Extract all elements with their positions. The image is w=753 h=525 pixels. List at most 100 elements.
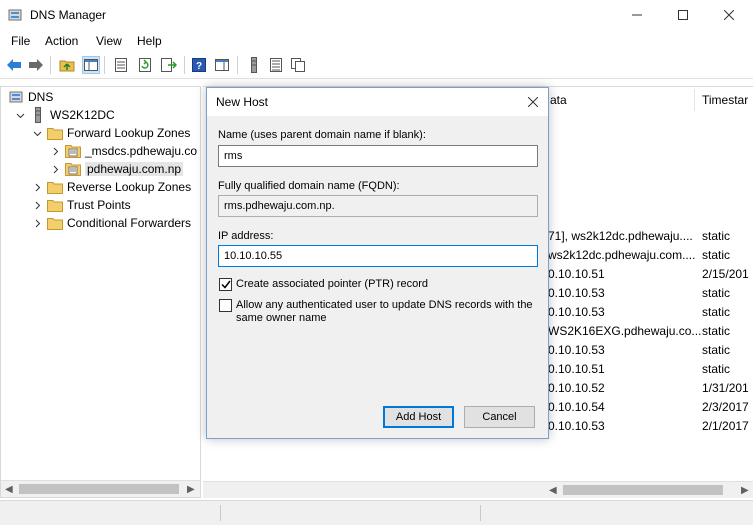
tree-item-msdcs[interactable]: _msdcs.pdhewaju.co xyxy=(49,142,197,160)
forward-button[interactable] xyxy=(27,56,45,74)
close-icon xyxy=(528,97,538,107)
chevron-right-icon[interactable] xyxy=(49,145,61,157)
cancel-button[interactable]: Cancel xyxy=(464,406,535,428)
ip-address-input[interactable] xyxy=(218,245,538,267)
server-icon xyxy=(30,107,46,123)
scroll-left-icon[interactable]: ◀ xyxy=(549,485,557,496)
svg-text:?: ? xyxy=(196,61,202,72)
properties-icon xyxy=(115,58,127,72)
scroll-thumb[interactable] xyxy=(563,485,723,495)
record-data-cell[interactable]: 0.10.10.51 xyxy=(548,267,605,281)
properties-button[interactable] xyxy=(112,56,130,74)
record-data-cell[interactable]: 0.10.10.53 xyxy=(548,305,605,319)
show-hide-action-pane-button[interactable] xyxy=(213,56,231,74)
record-timestamp-cell[interactable]: static xyxy=(702,248,730,262)
add-host-button[interactable]: Add Host xyxy=(383,406,454,428)
server-button[interactable] xyxy=(245,56,263,74)
record-data-cell[interactable]: 0.10.10.53 xyxy=(548,419,605,433)
scroll-right-icon[interactable]: ▶ xyxy=(187,484,195,495)
close-icon xyxy=(724,10,734,20)
back-button[interactable] xyxy=(5,56,23,74)
record-timestamp-cell[interactable]: static xyxy=(702,229,730,243)
maximize-button[interactable] xyxy=(660,0,706,30)
dialog-close-button[interactable] xyxy=(524,93,542,111)
tree-item-forward-lookup-zones[interactable]: Forward Lookup Zones xyxy=(31,124,190,142)
chevron-down-icon[interactable] xyxy=(14,109,26,121)
menu-view[interactable]: View xyxy=(96,34,122,48)
chevron-right-icon[interactable] xyxy=(31,181,43,193)
chevron-down-icon[interactable] xyxy=(31,127,43,139)
tree-label: WS2K12DC xyxy=(50,108,115,122)
record-data-cell[interactable]: ws2k12dc.pdhewaju.com.... xyxy=(548,248,695,262)
tree-item-dns[interactable]: DNS xyxy=(8,88,53,106)
checkmark-icon xyxy=(220,280,231,289)
chevron-right-icon[interactable] xyxy=(31,199,43,211)
export-list-button[interactable] xyxy=(160,56,178,74)
name-label: Name (uses parent domain name if blank): xyxy=(218,129,426,141)
back-arrow-icon xyxy=(7,59,21,71)
tree-item-trust-points[interactable]: Trust Points xyxy=(31,196,131,214)
tree-horizontal-scrollbar[interactable]: ◀ ▶ xyxy=(1,480,200,497)
chevron-right-icon[interactable] xyxy=(31,217,43,229)
refresh-button[interactable] xyxy=(136,56,154,74)
copy-button[interactable] xyxy=(289,56,307,74)
zone-icon xyxy=(65,143,81,159)
show-hide-action-pane-icon xyxy=(215,59,229,71)
fqdn-label: Fully qualified domain name (FQDN): xyxy=(218,180,400,192)
help-button[interactable]: ? xyxy=(190,56,208,74)
record-data-cell[interactable]: 0.10.10.54 xyxy=(548,400,605,414)
tree-label: Conditional Forwarders xyxy=(67,216,192,230)
name-input[interactable] xyxy=(218,145,538,167)
forward-arrow-icon xyxy=(29,59,43,71)
server-icon xyxy=(251,57,257,73)
scroll-left-icon[interactable]: ◀ xyxy=(5,484,13,495)
record-timestamp-cell[interactable]: 1/31/201 xyxy=(702,381,749,395)
menu-help[interactable]: Help xyxy=(137,34,162,48)
record-timestamp-cell[interactable]: 2/15/201 xyxy=(702,267,749,281)
record-data-cell[interactable]: 0.10.10.51 xyxy=(548,362,605,376)
record-data-cell[interactable]: 71], ws2k12dc.pdhewaju.... xyxy=(548,229,693,243)
allow-update-label[interactable]: Allow any authenticated user to update D… xyxy=(236,299,536,325)
tree-item-pdhewaju-zone[interactable]: pdhewaju.com.np xyxy=(49,160,184,178)
show-hide-console-tree-button[interactable] xyxy=(82,56,100,74)
record-timestamp-cell[interactable]: static xyxy=(702,343,730,357)
up-one-level-button[interactable] xyxy=(58,56,76,74)
console-tree: DNS WS2K12DC Forward Lookup Zones _msdcs… xyxy=(0,86,201,498)
list-horizontal-scrollbar[interactable]: ◀ ▶ xyxy=(203,481,753,498)
record-data-cell[interactable]: 0.10.10.53 xyxy=(548,343,605,357)
tree-item-reverse-lookup-zones[interactable]: Reverse Lookup Zones xyxy=(31,178,191,196)
scroll-thumb[interactable] xyxy=(19,484,179,494)
record-timestamp-cell[interactable]: static xyxy=(702,324,730,338)
record-timestamp-cell[interactable]: static xyxy=(702,362,730,376)
record-data-cell[interactable]: 0.10.10.52 xyxy=(548,381,605,395)
chevron-right-icon[interactable] xyxy=(49,163,61,175)
record-data-cell[interactable]: WS2K16EXG.pdhewaju.co... xyxy=(548,324,701,338)
minimize-button[interactable] xyxy=(614,0,660,30)
allow-update-checkbox[interactable] xyxy=(219,299,232,312)
menu-file[interactable]: File xyxy=(11,34,30,48)
tree-item-server[interactable]: WS2K12DC xyxy=(14,106,115,124)
tree-item-conditional-forwarders[interactable]: Conditional Forwarders xyxy=(31,214,191,232)
ptr-record-label[interactable]: Create associated pointer (PTR) record xyxy=(236,278,428,291)
menu-action[interactable]: Action xyxy=(45,34,78,48)
title-bar: DNS Manager xyxy=(0,0,753,30)
record-timestamp-cell[interactable]: static xyxy=(702,305,730,319)
maximize-icon xyxy=(678,10,688,20)
record-data-cell[interactable]: 0.10.10.53 xyxy=(548,286,605,300)
ptr-record-checkbox[interactable] xyxy=(219,278,232,291)
column-header-timestamp[interactable]: Timestar xyxy=(702,93,748,107)
scroll-right-icon[interactable]: ▶ xyxy=(741,485,749,496)
list-button[interactable] xyxy=(267,56,285,74)
column-header-data[interactable]: ata xyxy=(550,93,567,107)
tree-label: _msdcs.pdhewaju.co xyxy=(85,144,198,158)
copy-icon xyxy=(291,58,305,72)
record-timestamp-cell[interactable]: 2/3/2017 xyxy=(702,400,749,414)
dns-icon xyxy=(8,89,24,105)
tree-label: Reverse Lookup Zones xyxy=(67,180,192,194)
zone-icon xyxy=(65,161,81,177)
tree-label: DNS xyxy=(28,90,54,104)
record-timestamp-cell[interactable]: static xyxy=(702,286,730,300)
record-timestamp-cell[interactable]: 2/1/2017 xyxy=(702,419,749,433)
menu-bar: File Action View Help xyxy=(0,30,753,52)
close-button[interactable] xyxy=(706,0,752,30)
